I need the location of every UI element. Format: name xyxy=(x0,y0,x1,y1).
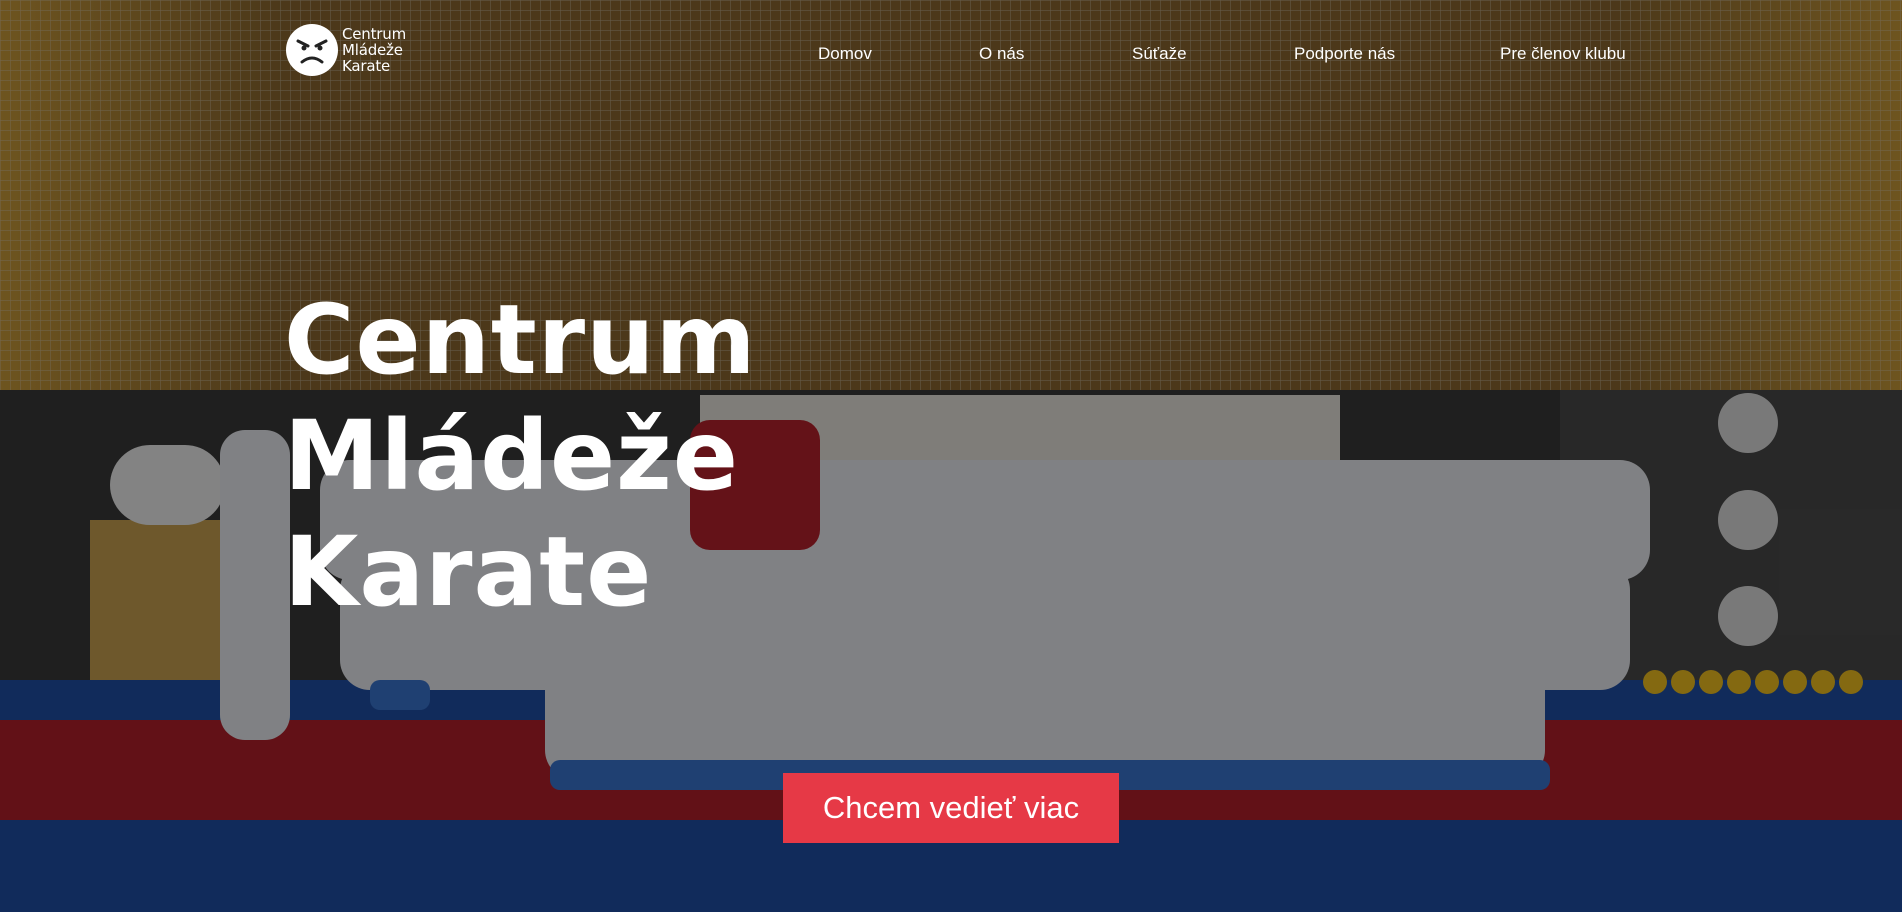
nav-item-podporte-nas[interactable]: Podporte nás xyxy=(1294,44,1395,64)
learn-more-button[interactable]: Chcem vedieť viac xyxy=(783,773,1119,843)
hero-title-line-2: Mládeže xyxy=(284,400,740,512)
hero-title: Centrum Mládeže Karate xyxy=(284,282,757,630)
main-nav: Domov O nás Súťaže Podporte nás Pre člen… xyxy=(0,44,1902,68)
hero-title-line-1: Centrum xyxy=(284,284,757,396)
logo-line-1: Centrum xyxy=(342,25,406,43)
nav-item-pre-clenov-klubu[interactable]: Pre členov klubu xyxy=(1500,44,1626,64)
nav-item-sutaze[interactable]: Súťaže xyxy=(1132,44,1187,64)
nav-item-o-nas[interactable]: O nás xyxy=(979,44,1024,64)
nav-item-domov[interactable]: Domov xyxy=(818,44,872,64)
hero-title-line-3: Karate xyxy=(284,516,653,628)
